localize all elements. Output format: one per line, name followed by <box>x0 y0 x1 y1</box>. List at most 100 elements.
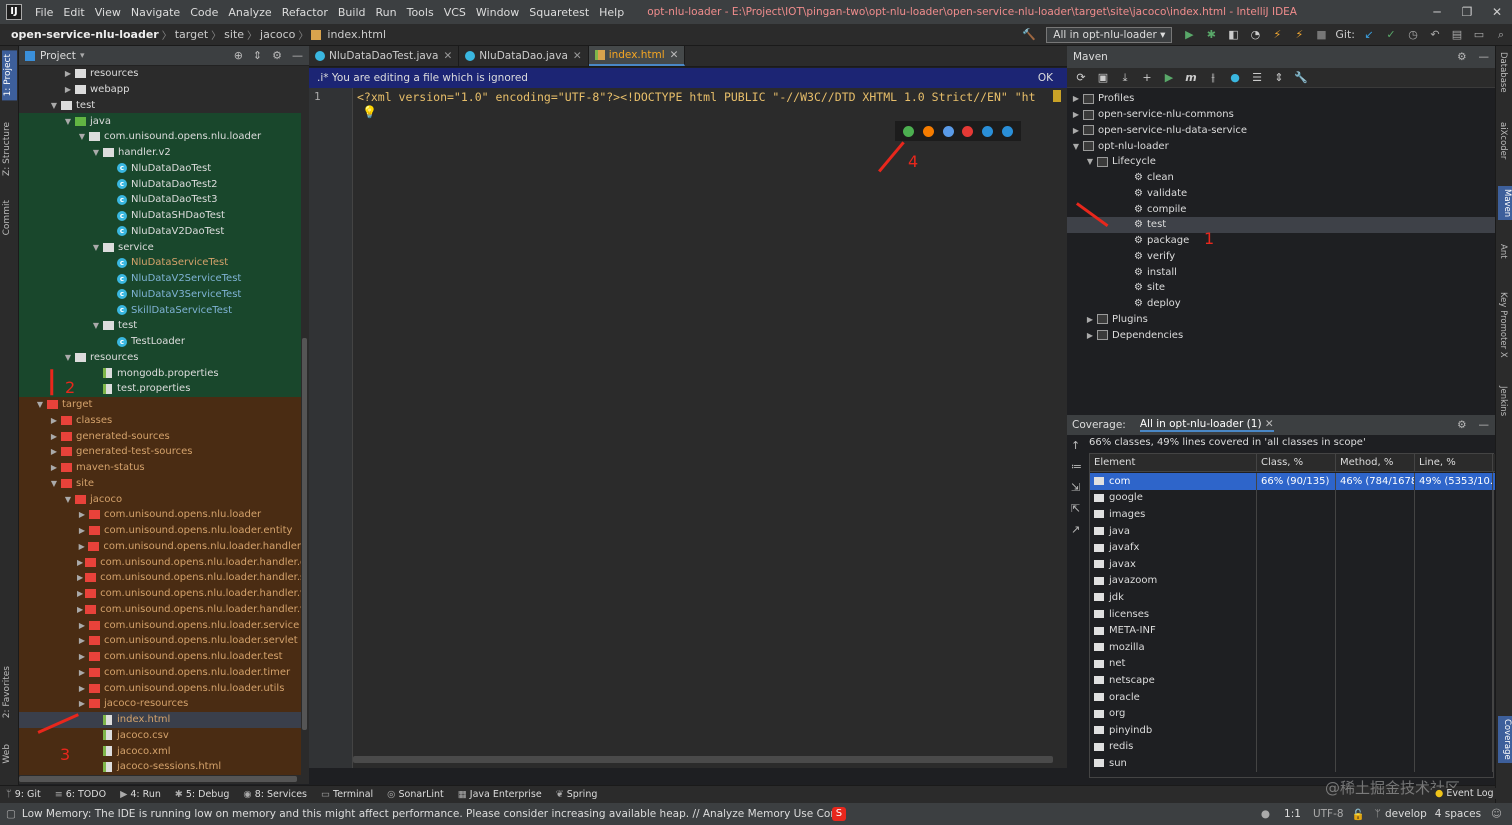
structure-tool-tab[interactable]: Z: Structure <box>2 122 12 176</box>
menu-code[interactable]: Code <box>185 6 223 19</box>
web-tool-tab[interactable]: Web <box>2 744 12 764</box>
tree-item[interactable]: ▼ service <box>19 239 301 255</box>
run-configuration-select[interactable]: All in opt-nlu-loader ▾ <box>1046 26 1173 43</box>
tree-item[interactable]: ▶ resources <box>19 66 301 82</box>
table-row[interactable]: images <box>1090 506 1495 523</box>
run-icon[interactable]: ▶ <box>1161 71 1177 85</box>
table-row[interactable]: jdk <box>1090 589 1495 606</box>
hide-panel-icon[interactable]: — <box>292 49 303 62</box>
export-icon[interactable]: ↗ <box>1071 523 1085 536</box>
table-row[interactable]: javazoom <box>1090 572 1495 590</box>
settings-gear-icon[interactable]: ⚙ <box>272 49 282 62</box>
chevron-down-icon[interactable]: ▼ <box>91 148 101 157</box>
flatten-packages-icon[interactable]: ≔ <box>1071 460 1085 473</box>
tree-item[interactable]: ▶ com.unisound.opens.nlu.loader.handler.s… <box>19 570 301 586</box>
chevron-down-icon[interactable]: ▼ <box>1071 142 1081 151</box>
memory-indicator-icon[interactable]: ● <box>1261 808 1270 820</box>
firefox-icon[interactable] <box>922 125 934 137</box>
tree-item[interactable]: ▶ classes <box>19 412 301 429</box>
status-message[interactable]: Low Memory: The IDE is running low on me… <box>22 808 832 820</box>
database-tool-tab[interactable]: Database <box>1498 52 1508 93</box>
encoding[interactable]: UTF-8 <box>1313 808 1344 820</box>
tree-item[interactable]: ▼ handler.v2 <box>19 144 301 161</box>
tree-item[interactable]: c NluDataServiceTest <box>19 255 301 271</box>
table-row[interactable]: com 66% (90/135) 46% (784/1678) 49% (5353/1… <box>1090 473 1495 490</box>
skip-tests-icon[interactable]: ● <box>1227 71 1243 85</box>
close-tab-icon[interactable]: ✕ <box>573 50 582 62</box>
menu-file[interactable]: File <box>30 6 58 19</box>
toolwindow-java-enterprise[interactable]: ▦ Java Enterprise <box>458 789 542 800</box>
tree-item[interactable]: ▼ com.unisound.opens.nlu.loader <box>19 129 301 145</box>
stop-icon[interactable]: ■ <box>1313 28 1329 42</box>
lightning-debug-icon[interactable]: ⚡ <box>1291 28 1307 42</box>
tree-item[interactable]: ▼ java <box>19 113 301 129</box>
debug-icon[interactable]: ✱ <box>1203 28 1219 42</box>
tree-item[interactable]: ▶ com.unisound.opens.nlu.loader.utils <box>19 680 301 696</box>
chevron-right-icon[interactable]: ▶ <box>49 432 59 441</box>
chevron-down-icon[interactable]: ▼ <box>63 495 73 504</box>
menu-squaretest[interactable]: Squaretest <box>524 6 594 19</box>
tree-item[interactable]: ▶ com.unisound.opens.nlu.loader.entity <box>19 522 301 539</box>
column-header[interactable]: Line, % <box>1415 454 1493 471</box>
table-row[interactable]: META-INF <box>1090 622 1495 639</box>
chevron-down-icon[interactable]: ▼ <box>63 353 73 362</box>
tab-nludatadao[interactable]: NluDataDao.java ✕ <box>459 46 589 66</box>
chrome-icon[interactable] <box>903 125 915 137</box>
chevron-right-icon[interactable]: ▶ <box>77 668 87 677</box>
maven-tree-item[interactable]: ⚙ site <box>1067 280 1495 296</box>
minimize-icon[interactable]: ─ <box>1422 5 1452 19</box>
code-editor[interactable]: 1 <?xml version="1.0" encoding="UTF-8"?>… <box>309 88 1067 768</box>
edge-icon[interactable] <box>1001 125 1013 137</box>
key-promoter-tool-tab[interactable]: Key Promoter X <box>1498 292 1508 358</box>
ie-icon[interactable] <box>981 125 993 137</box>
tree-item[interactable]: ▼ target <box>19 396 301 413</box>
chevron-right-icon[interactable]: ▶ <box>77 558 83 567</box>
navigate-from-source-icon[interactable]: ⇲ <box>1071 481 1085 494</box>
table-row[interactable]: mozilla <box>1090 639 1495 656</box>
maven-tree-item[interactable]: ▶ Plugins <box>1067 312 1495 328</box>
close-window-icon[interactable]: ✕ <box>1482 5 1512 19</box>
menu-vcs[interactable]: VCS <box>439 6 471 19</box>
favorites-tool-tab[interactable]: 2: Favorites <box>2 666 12 718</box>
toolwindow-run[interactable]: ▶ 4: Run <box>120 789 161 800</box>
breadcrumb-jacoco[interactable]: jacoco <box>257 28 298 41</box>
inspection-indicator-icon[interactable] <box>1053 90 1061 102</box>
chevron-down-icon[interactable]: ▼ <box>49 479 59 488</box>
column-header[interactable]: Class, % <box>1257 454 1336 471</box>
chevron-right-icon[interactable]: ▶ <box>77 699 87 708</box>
table-row[interactable]: java <box>1090 522 1495 540</box>
toolwindow-spring[interactable]: ❦ Spring <box>556 789 598 800</box>
git-update-icon[interactable]: ↙ <box>1361 28 1377 42</box>
tree-item[interactable]: c TestLoader <box>19 333 301 350</box>
hide-panel-icon[interactable]: — <box>1479 51 1490 63</box>
chevron-right-icon[interactable]: ▶ <box>1071 94 1081 103</box>
tab-index-html[interactable]: index.html ✕ <box>588 46 686 66</box>
chevron-down-icon[interactable]: ▼ <box>91 243 101 252</box>
reload-icon[interactable]: ⟳ <box>1073 71 1089 85</box>
chevron-right-icon[interactable]: ▶ <box>77 589 83 598</box>
chevron-right-icon[interactable]: ▶ <box>77 542 86 551</box>
search-everywhere-icon[interactable]: ⌕ <box>1493 28 1509 42</box>
lightning-icon[interactable]: ⚡ <box>1269 28 1285 42</box>
chevron-right-icon[interactable]: ▶ <box>1071 126 1081 135</box>
toolwindow-git[interactable]: ᛘ 9: Git <box>6 789 41 800</box>
locate-icon[interactable]: ⊕ <box>234 49 243 62</box>
maven-tree-item[interactable]: ▼ opt-nlu-loader <box>1067 138 1495 154</box>
table-row[interactable]: google <box>1090 489 1495 507</box>
tree-item[interactable]: ▼ test <box>19 98 301 114</box>
hide-panel-icon[interactable]: — <box>1479 419 1490 431</box>
tree-item[interactable]: c NluDataDaoTest3 <box>19 192 301 208</box>
chevron-down-icon[interactable]: ▼ <box>77 132 87 141</box>
coverage-run-icon[interactable]: ◧ <box>1225 28 1241 42</box>
tree-item[interactable]: c NluDataDaoTest <box>19 160 301 177</box>
git-rollback-icon[interactable]: ↶ <box>1427 28 1443 42</box>
tree-item[interactable]: test.properties <box>19 381 301 397</box>
menu-analyze[interactable]: Analyze <box>223 6 276 19</box>
status-toggle-icon[interactable]: ▢ <box>6 808 16 820</box>
settings-gear-icon[interactable]: ⚙ <box>1457 51 1466 63</box>
tree-item[interactable]: ▶ generated-test-sources <box>19 444 301 460</box>
column-header[interactable]: Method, % <box>1336 454 1415 471</box>
tree-item[interactable]: c NluDataV3ServiceTest <box>19 286 301 303</box>
event-log-button[interactable]: ● Event Log <box>1432 788 1497 799</box>
column-header[interactable]: Element <box>1090 454 1257 471</box>
